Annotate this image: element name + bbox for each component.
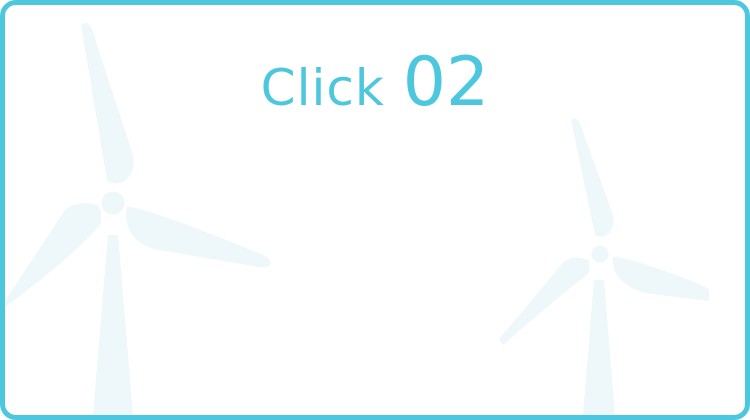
headline-word: Click: [260, 59, 385, 117]
click-card[interactable]: Click 02: [0, 0, 750, 420]
headline: Click 02: [5, 49, 745, 117]
headline-number: 02: [402, 43, 490, 122]
wind-turbine-icon: [499, 118, 709, 415]
